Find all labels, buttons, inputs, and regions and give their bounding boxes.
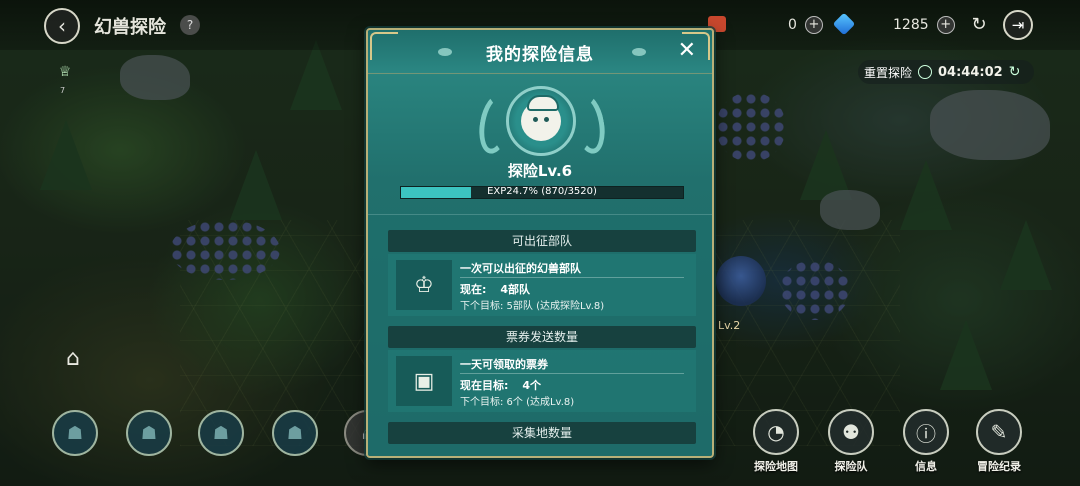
current-value: 现在: 4部队: [460, 281, 530, 297]
beast-icon: ☗: [212, 422, 230, 444]
ticket-value: 0: [788, 17, 797, 33]
section-title: 采集地数量: [388, 422, 696, 444]
refresh-icon[interactable]: ↻: [1009, 64, 1021, 80]
divider: [460, 277, 684, 278]
current-label: 现在目标:: [460, 379, 509, 392]
section-tickets: 票券发送数量 ▣ 一天可领取的票券 现在目标: 4个 下个目标: 6个 (达成Lv…: [388, 326, 696, 412]
divider: [460, 373, 684, 374]
add-ticket-button[interactable]: +: [804, 16, 823, 34]
beast-icon: ☗: [140, 422, 158, 444]
ticket-counter: 0 +: [788, 14, 823, 36]
close-button[interactable]: ✕: [678, 38, 696, 64]
nav-label: 探险队: [834, 460, 868, 473]
exp-progress-bar: EXP24.7% (870/3520): [400, 186, 684, 199]
exit-button[interactable]: ⇥: [1003, 10, 1033, 40]
troops-icon: ♔: [396, 260, 452, 310]
page-title: 幻兽探险: [94, 17, 166, 38]
nav-explore-map[interactable]: ◔ 探险地图: [750, 409, 802, 474]
section-title: 可出征部队: [388, 230, 696, 252]
current-number: 4部队: [500, 283, 531, 296]
current-value: 现在目标: 4个: [460, 377, 541, 393]
back-button[interactable]: ‹: [44, 8, 80, 44]
add-gem-button[interactable]: +: [936, 16, 955, 34]
next-goal: 下个目标: 6个 (达成Lv.8): [460, 397, 575, 408]
crown-icon[interactable]: ♕: [56, 64, 74, 86]
info-icon: ⓘ: [916, 421, 936, 446]
nav-label: 信息: [915, 460, 937, 473]
monster-sprite[interactable]: [716, 256, 766, 306]
section-body: ♔ 一次可以出征的幻兽部队 现在: 4部队 下个目标: 5部队 (达成探险Lv.8…: [388, 254, 696, 316]
reset-timer: 重置探险 04:44:02 ↻: [858, 60, 1034, 84]
monster-level: Lv.2: [718, 319, 741, 332]
section-gathering: 采集地数量: [388, 422, 696, 444]
nav-team[interactable]: ⚉ 探险队: [825, 409, 877, 474]
dialog-header: 我的探险信息 ✕: [368, 30, 712, 74]
squad-slot[interactable]: ☗: [272, 410, 318, 456]
current-number: 4个: [522, 379, 542, 392]
squad-slot[interactable]: ☗: [198, 410, 244, 456]
refresh-settings-icon[interactable]: ↻: [966, 12, 992, 38]
dialog-title: 我的探险信息: [486, 45, 594, 65]
exp-text: EXP24.7% (870/3520): [487, 186, 597, 197]
explore-level: 探险Lv.6: [507, 162, 573, 180]
squad-slot[interactable]: ☗: [126, 410, 172, 456]
nav-record[interactable]: ✎ 冒险纪录: [973, 409, 1025, 474]
section-troops: 可出征部队 ♔ 一次可以出征的幻兽部队 现在: 4部队 下个目标: 5部队 (达成…: [388, 230, 696, 316]
section-heading: 一次可以出征的幻兽部队: [460, 262, 581, 275]
beast-icon: ☗: [286, 422, 304, 444]
reset-label: 重置探险: [864, 65, 913, 80]
gem-icon: [832, 12, 856, 36]
reset-time: 04:44:02: [938, 64, 1003, 80]
beast-icon: ☗: [66, 422, 84, 444]
gem-value: 1285: [893, 17, 929, 33]
clock-icon: [918, 65, 933, 79]
section-heading: 一天可领取的票券: [460, 358, 548, 371]
nav-info[interactable]: ⓘ 信息: [900, 409, 952, 474]
badge-count: 7: [60, 86, 66, 95]
ticket-stack-icon: ▣: [396, 356, 452, 406]
team-icon: ⚉: [842, 420, 860, 444]
nav-label: 冒险纪录: [977, 460, 1021, 473]
home-icon[interactable]: ⌂: [66, 346, 80, 371]
gem-counter: 1285 +: [893, 14, 955, 36]
exit-icon: ⇥: [1011, 16, 1025, 34]
current-label: 现在:: [460, 283, 487, 296]
question-icon[interactable]: ?: [180, 15, 200, 35]
exploration-info-dialog: 我的探险信息 ✕ 探险Lv.6 EXP24.7% (870/3520) 可出征部…: [366, 28, 714, 458]
record-icon: ✎: [990, 420, 1008, 444]
nav-label: 探险地图: [754, 460, 798, 473]
section-body: ▣ 一天可领取的票券 现在目标: 4个 下个目标: 6个 (达成Lv.8): [388, 350, 696, 412]
map-icon: ◔: [767, 420, 785, 444]
section-title: 票券发送数量: [388, 326, 696, 348]
explorer-emblem-icon: [506, 86, 576, 156]
squad-slot[interactable]: ☗: [52, 410, 98, 456]
next-goal: 下个目标: 5部队 (达成探险Lv.8): [460, 301, 605, 312]
arrow-left-icon: ‹: [58, 14, 66, 38]
